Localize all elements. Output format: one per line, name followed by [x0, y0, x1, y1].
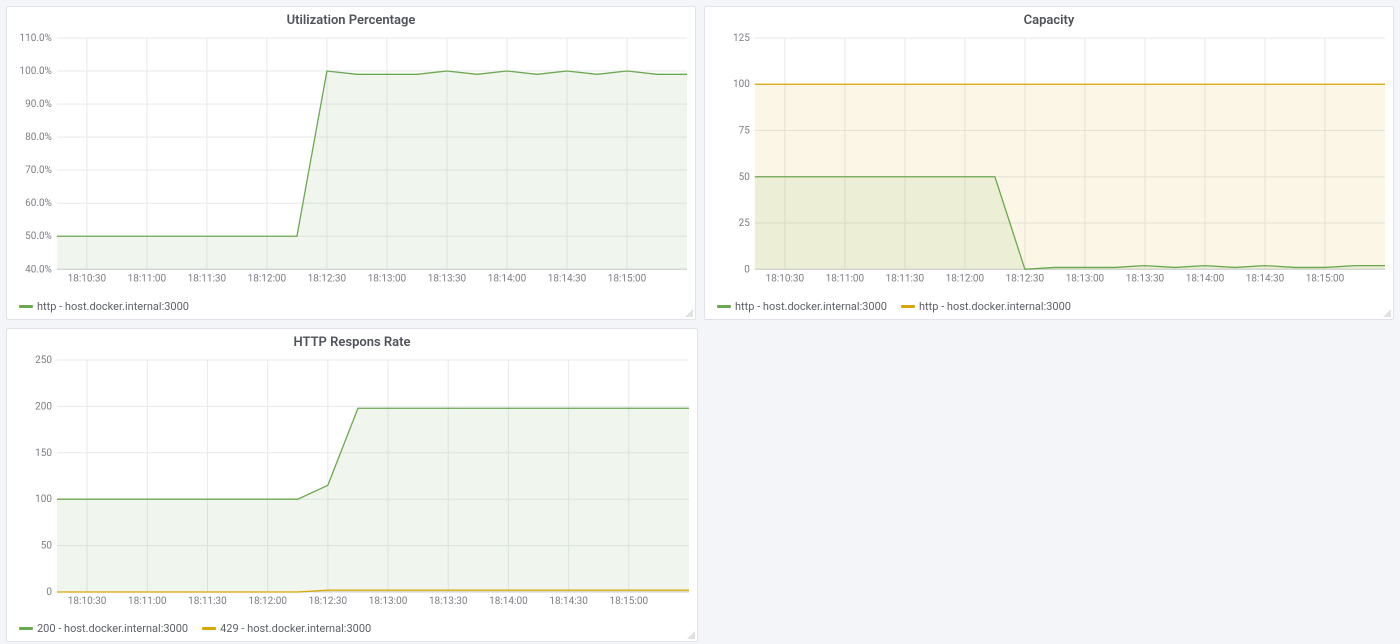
svg-text:18:11:00: 18:11:00	[826, 273, 865, 284]
legend-swatch-icon	[19, 305, 33, 308]
legend-label: http - host.docker.internal:3000	[919, 300, 1071, 313]
svg-text:18:11:30: 18:11:30	[188, 596, 227, 607]
legend: http - host.docker.internal:3000 http - …	[705, 296, 1393, 319]
svg-text:18:14:00: 18:14:00	[1186, 273, 1225, 284]
legend-label: http - host.docker.internal:3000	[37, 300, 189, 313]
svg-text:100: 100	[733, 79, 750, 90]
legend-item[interactable]: http - host.docker.internal:3000	[717, 300, 887, 313]
resize-handle-icon[interactable]	[687, 631, 695, 639]
svg-text:18:11:30: 18:11:30	[886, 273, 925, 284]
svg-text:18:15:00: 18:15:00	[608, 273, 647, 284]
legend-item[interactable]: http - host.docker.internal:3000	[901, 300, 1071, 313]
row-bottom: HTTP Respons Rate 0 50 100 150 200 250 18:10:3…	[6, 328, 1394, 642]
svg-text:80.0%: 80.0%	[25, 132, 52, 143]
svg-text:75: 75	[739, 125, 751, 136]
legend-swatch-icon	[717, 305, 731, 308]
svg-text:18:12:30: 18:12:30	[309, 596, 348, 607]
svg-text:18:13:00: 18:13:00	[1066, 273, 1105, 284]
svg-text:50.0%: 50.0%	[25, 231, 52, 242]
svg-text:18:11:00: 18:11:00	[128, 273, 167, 284]
legend-label: http - host.docker.internal:3000	[735, 300, 887, 313]
svg-text:18:14:30: 18:14:30	[1246, 273, 1285, 284]
svg-text:50: 50	[739, 172, 751, 183]
svg-text:18:13:30: 18:13:30	[429, 596, 468, 607]
svg-text:18:15:00: 18:15:00	[1306, 273, 1345, 284]
svg-text:40.0%: 40.0%	[25, 264, 52, 275]
panel-title: Utilization Percentage	[7, 7, 695, 30]
svg-text:150: 150	[35, 448, 52, 459]
legend: http - host.docker.internal:3000	[7, 296, 695, 319]
chart-area[interactable]: 40.0% 50.0% 60.0% 70.0% 80.0% 90.0% 100.0% 110.…	[7, 30, 695, 296]
panel-capacity[interactable]: Capacity 0 25 50 75 100 125 18:10:30 18:11:00 18…	[704, 6, 1394, 320]
svg-text:18:11:30: 18:11:30	[188, 273, 227, 284]
legend-item[interactable]: 200 - host.docker.internal:3000	[19, 622, 188, 635]
panel-http-response-rate[interactable]: HTTP Respons Rate 0 50 100 150 200 250 18:10:3…	[6, 328, 698, 642]
svg-text:60.0%: 60.0%	[25, 198, 52, 209]
legend-swatch-icon	[19, 627, 33, 630]
legend-item[interactable]: http - host.docker.internal:3000	[19, 300, 189, 313]
panel-utilization[interactable]: Utilization Percentage 40.0% 50.0% 60.0% 70…	[6, 6, 696, 320]
svg-text:18:10:30: 18:10:30	[766, 273, 805, 284]
legend-swatch-icon	[901, 305, 915, 308]
svg-text:250: 250	[35, 355, 52, 366]
svg-text:70.0%: 70.0%	[25, 165, 52, 176]
svg-text:25: 25	[739, 218, 751, 229]
svg-text:18:14:00: 18:14:00	[488, 273, 527, 284]
resize-handle-icon[interactable]	[685, 309, 693, 317]
legend: 200 - host.docker.internal:3000 429 - ho…	[7, 618, 697, 641]
svg-text:18:12:30: 18:12:30	[1006, 273, 1045, 284]
svg-text:18:10:30: 18:10:30	[68, 596, 107, 607]
svg-text:18:11:00: 18:11:00	[128, 596, 167, 607]
svg-text:110.0%: 110.0%	[20, 33, 52, 44]
legend-label: 429 - host.docker.internal:3000	[220, 622, 371, 635]
svg-text:200: 200	[35, 401, 52, 412]
svg-text:18:15:00: 18:15:00	[610, 596, 649, 607]
svg-text:50: 50	[41, 541, 53, 552]
resize-handle-icon[interactable]	[1383, 309, 1391, 317]
svg-text:18:13:00: 18:13:00	[368, 273, 407, 284]
svg-text:18:13:30: 18:13:30	[428, 273, 467, 284]
svg-text:18:12:00: 18:12:00	[248, 596, 287, 607]
svg-text:18:13:00: 18:13:00	[369, 596, 408, 607]
legend-swatch-icon	[202, 627, 216, 630]
panel-title: HTTP Respons Rate	[7, 329, 697, 352]
legend-label: 200 - host.docker.internal:3000	[37, 622, 188, 635]
chart-area[interactable]: 0 50 100 150 200 250 18:10:30 18:11:00 18:11:30 1…	[7, 352, 697, 618]
svg-text:18:13:30: 18:13:30	[1126, 273, 1165, 284]
svg-text:18:14:30: 18:14:30	[548, 273, 587, 284]
dashboard: Utilization Percentage 40.0% 50.0% 60.0% 70…	[0, 0, 1400, 644]
legend-item[interactable]: 429 - host.docker.internal:3000	[202, 622, 371, 635]
svg-text:18:12:30: 18:12:30	[308, 273, 347, 284]
svg-text:100.0%: 100.0%	[20, 66, 52, 77]
svg-text:0: 0	[744, 264, 750, 275]
svg-text:18:12:00: 18:12:00	[946, 273, 985, 284]
svg-text:90.0%: 90.0%	[25, 99, 52, 110]
svg-text:0: 0	[46, 587, 52, 598]
svg-text:18:14:00: 18:14:00	[489, 596, 528, 607]
svg-text:18:14:30: 18:14:30	[549, 596, 588, 607]
svg-text:18:10:30: 18:10:30	[68, 273, 107, 284]
svg-text:125: 125	[733, 33, 750, 44]
svg-text:100: 100	[35, 494, 52, 505]
panel-title: Capacity	[705, 7, 1393, 30]
svg-text:18:12:00: 18:12:00	[248, 273, 287, 284]
row-top: Utilization Percentage 40.0% 50.0% 60.0% 70…	[6, 6, 1394, 320]
chart-area[interactable]: 0 25 50 75 100 125 18:10:30 18:11:00 18:11:30 18:…	[705, 30, 1393, 296]
